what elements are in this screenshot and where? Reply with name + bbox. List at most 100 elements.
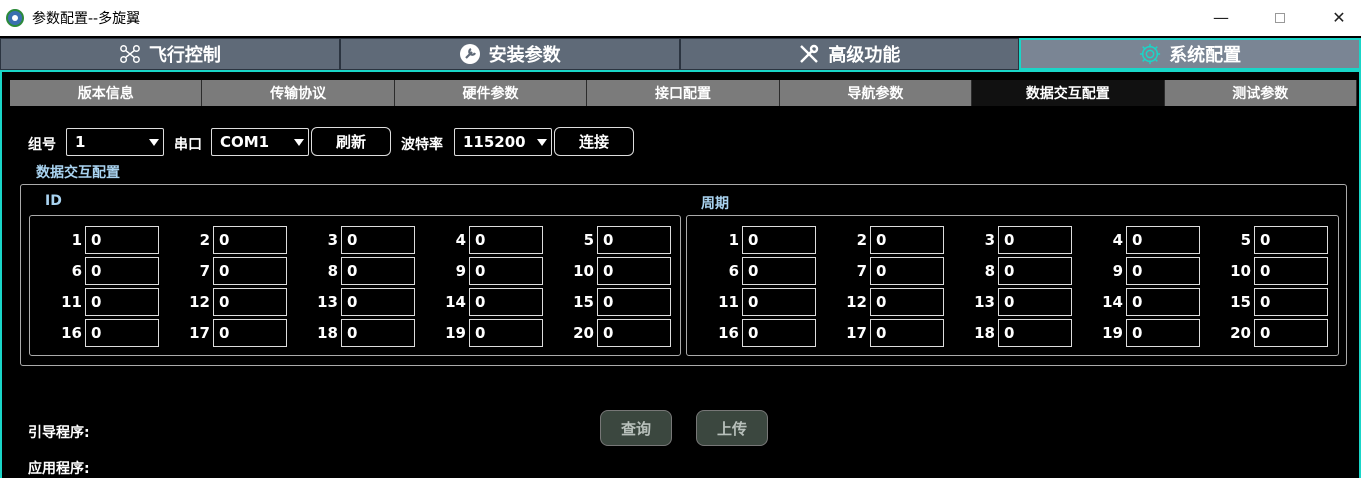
id-index-label: 1 (71, 231, 82, 249)
id-field[interactable]: 0 (213, 257, 287, 285)
period-index-label: 2 (856, 231, 867, 249)
query-button[interactable]: 查询 (600, 410, 672, 446)
id-field[interactable]: 0 (597, 288, 671, 316)
period-field[interactable]: 0 (998, 226, 1072, 254)
sub-tab-bar: 版本信息 传输协议 硬件参数 接口配置 导航参数 数据交互配置 测试参数 (10, 80, 1357, 106)
tab-label: 飞行控制 (148, 45, 221, 66)
subtab-navigation-params[interactable]: 导航参数 (779, 80, 973, 106)
id-field[interactable]: 0 (213, 288, 287, 316)
refresh-button[interactable]: 刷新 (311, 127, 391, 156)
period-field[interactable]: 0 (1254, 257, 1328, 285)
period-index-label: 15 (1230, 293, 1251, 311)
period-index-label: 19 (1102, 324, 1123, 342)
id-field[interactable]: 0 (341, 288, 415, 316)
period-field[interactable]: 0 (742, 226, 816, 254)
section-title: 数据交互配置 (36, 165, 120, 181)
period-field[interactable]: 0 (870, 226, 944, 254)
subtab-test-params[interactable]: 测试参数 (1164, 80, 1357, 106)
period-field[interactable]: 0 (870, 257, 944, 285)
period-group: 1 0 2 0 3 0 4 0 5 0 6 0 7 0 8 0 9 0 10 0 11 0 12 0 13 0 14 0 15 0 16 0 1… (686, 215, 1339, 356)
tab-install-params[interactable]: 安装参数 (339, 38, 680, 70)
subtab-transport-protocol[interactable]: 传输协议 (202, 80, 395, 106)
id-index-label: 19 (445, 324, 466, 342)
id-field[interactable]: 0 (85, 288, 159, 316)
period-field[interactable]: 0 (1254, 226, 1328, 254)
period-field[interactable]: 0 (1126, 257, 1200, 285)
id-index-label: 2 (199, 231, 210, 249)
id-index-label: 4 (455, 231, 466, 249)
id-index-label: 14 (445, 293, 466, 311)
group-select[interactable]: 1 (66, 128, 164, 156)
connect-button[interactable]: 连接 (554, 127, 634, 156)
baud-label: 波特率 (401, 137, 443, 153)
bootloader-label: 引导程序: (28, 425, 90, 441)
period-index-label: 14 (1102, 293, 1123, 311)
tab-system-config[interactable]: 系统配置 (1019, 38, 1361, 70)
period-index-label: 1 (728, 231, 739, 249)
title-bar: 参数配置--多旋翼 — ✕ (0, 0, 1361, 36)
maximize-button[interactable] (1265, 6, 1295, 30)
id-index-label: 15 (573, 293, 594, 311)
period-field[interactable]: 0 (1126, 319, 1200, 347)
period-index-label: 4 (1112, 231, 1123, 249)
period-field[interactable]: 0 (870, 288, 944, 316)
port-select[interactable]: COM1 (211, 128, 309, 156)
id-field[interactable]: 0 (469, 226, 543, 254)
period-index-label: 9 (1112, 262, 1123, 280)
tab-label: 高级功能 (828, 45, 901, 66)
subtab-interface-config[interactable]: 接口配置 (587, 80, 780, 106)
period-index-label: 6 (728, 262, 739, 280)
id-index-label: 16 (61, 324, 82, 342)
period-field[interactable]: 0 (742, 319, 816, 347)
baud-select[interactable]: 115200 (454, 128, 552, 156)
id-field[interactable]: 0 (597, 226, 671, 254)
period-index-label: 8 (984, 262, 995, 280)
period-index-label: 10 (1230, 262, 1251, 280)
id-field[interactable]: 0 (341, 226, 415, 254)
period-field[interactable]: 0 (742, 288, 816, 316)
id-field[interactable]: 0 (85, 257, 159, 285)
period-field[interactable]: 0 (742, 257, 816, 285)
period-index-label: 17 (846, 324, 867, 342)
id-index-label: 11 (61, 293, 82, 311)
id-index-label: 5 (583, 231, 594, 249)
tab-flight-control[interactable]: 飞行控制 (0, 38, 340, 70)
id-index-label: 10 (573, 262, 594, 280)
period-field[interactable]: 0 (1254, 319, 1328, 347)
period-field[interactable]: 0 (1126, 288, 1200, 316)
main-tab-bar: 飞行控制 安装参数 高级功能 系统配置 (0, 38, 1361, 70)
id-field[interactable]: 0 (597, 257, 671, 285)
gear-icon (1139, 43, 1161, 65)
id-field[interactable]: 0 (341, 319, 415, 347)
wrench-circle-icon (459, 43, 481, 65)
id-field[interactable]: 0 (85, 319, 159, 347)
id-field[interactable]: 0 (213, 226, 287, 254)
tab-advanced[interactable]: 高级功能 (679, 38, 1020, 70)
id-field[interactable]: 0 (469, 257, 543, 285)
close-button[interactable]: ✕ (1324, 6, 1354, 30)
upload-button[interactable]: 上传 (696, 410, 768, 446)
chevron-down-icon (294, 139, 304, 146)
period-field[interactable]: 0 (1254, 288, 1328, 316)
subtab-data-exchange-config[interactable]: 数据交互配置 (972, 80, 1165, 106)
period-field[interactable]: 0 (998, 319, 1072, 347)
content-panel: 版本信息 传输协议 硬件参数 接口配置 导航参数 数据交互配置 测试参数 组号 … (0, 70, 1361, 478)
subtab-version-info[interactable]: 版本信息 (10, 80, 203, 106)
id-field[interactable]: 0 (469, 288, 543, 316)
tab-label: 系统配置 (1169, 45, 1242, 66)
tools-icon (798, 43, 820, 65)
id-title: ID (45, 193, 62, 209)
group-label: 组号 (28, 137, 56, 153)
port-label: 串口 (174, 137, 202, 153)
id-field[interactable]: 0 (341, 257, 415, 285)
subtab-hardware-params[interactable]: 硬件参数 (394, 80, 588, 106)
minimize-button[interactable]: — (1206, 6, 1236, 30)
period-field[interactable]: 0 (870, 319, 944, 347)
period-field[interactable]: 0 (998, 288, 1072, 316)
id-field[interactable]: 0 (469, 319, 543, 347)
id-field[interactable]: 0 (213, 319, 287, 347)
id-field[interactable]: 0 (597, 319, 671, 347)
id-field[interactable]: 0 (85, 226, 159, 254)
period-field[interactable]: 0 (998, 257, 1072, 285)
period-field[interactable]: 0 (1126, 226, 1200, 254)
